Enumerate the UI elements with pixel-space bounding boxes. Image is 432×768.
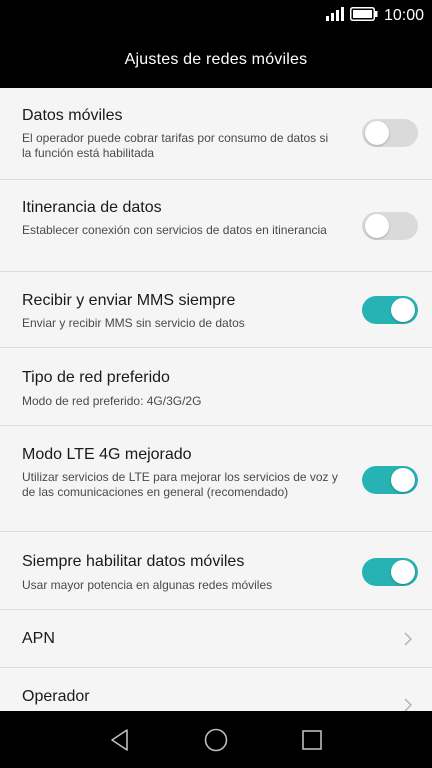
setting-title: Datos móviles — [22, 107, 123, 124]
setting-title: Modo LTE 4G mejorado — [22, 446, 192, 463]
setting-subtitle: Enviar y recibir MMS sin servicio de dat… — [22, 316, 245, 330]
settings-list: Datos móviles El operador puede cobrar t… — [0, 88, 432, 711]
mobile-data-toggle[interactable] — [362, 119, 418, 147]
setting-always-mobile-data[interactable]: Siempre habilitar datos móviles Usar may… — [0, 532, 432, 610]
setting-title: Siempre habilitar datos móviles — [22, 553, 245, 570]
toggle-knob — [365, 121, 389, 145]
setting-preferred-network[interactable]: Tipo de red preferido Modo de red prefer… — [0, 348, 432, 426]
data-roaming-toggle[interactable] — [362, 212, 418, 240]
setting-operator[interactable]: Operador — [0, 668, 432, 711]
home-icon[interactable] — [203, 727, 229, 753]
status-bar: 10:00 — [0, 0, 432, 32]
setting-title: Tipo de red preferido — [22, 369, 170, 386]
status-icons: 10:00 — [325, 6, 424, 26]
setting-title: APN — [22, 630, 55, 647]
setting-title: Operador — [22, 688, 90, 705]
setting-subtitle: Utilizar servicios de LTE para mejorar l… — [22, 470, 338, 499]
app-header: Ajustes de redes móviles — [0, 32, 432, 88]
setting-title: Itinerancia de datos — [22, 199, 162, 216]
chevron-right-icon — [401, 698, 415, 711]
recents-icon[interactable] — [299, 727, 325, 753]
always-mobile-data-toggle[interactable] — [362, 558, 418, 586]
battery-icon — [349, 6, 378, 26]
setting-subtitle: Usar mayor potencia en algunas redes móv… — [22, 578, 273, 592]
setting-mobile-data[interactable]: Datos móviles El operador puede cobrar t… — [0, 88, 432, 180]
mms-always-toggle[interactable] — [362, 296, 418, 324]
setting-mms-always[interactable]: Recibir y enviar MMS siempre Enviar y re… — [0, 272, 432, 348]
setting-data-roaming[interactable]: Itinerancia de datos Establecer conexión… — [0, 180, 432, 272]
back-icon[interactable] — [107, 727, 133, 753]
enhanced-lte-toggle[interactable] — [362, 466, 418, 494]
setting-subtitle: El operador puede cobrar tarifas por con… — [22, 131, 329, 160]
navigation-bar — [0, 711, 432, 768]
toggle-knob — [365, 214, 389, 238]
signal-icon — [325, 6, 344, 26]
page-title: Ajustes de redes móviles — [124, 51, 308, 68]
setting-subtitle: Modo de red preferido: 4G/3G/2G — [22, 394, 202, 408]
toggle-knob — [391, 560, 415, 584]
status-time: 10:00 — [383, 7, 424, 24]
toggle-knob — [391, 298, 415, 322]
setting-subtitle: Establecer conexión con servicios de dat… — [22, 223, 327, 237]
setting-title: Recibir y enviar MMS siempre — [22, 292, 236, 309]
setting-apn[interactable]: APN — [0, 610, 432, 668]
chevron-right-icon — [401, 632, 415, 646]
setting-enhanced-lte[interactable]: Modo LTE 4G mejorado Utilizar servicios … — [0, 426, 432, 532]
toggle-knob — [391, 468, 415, 492]
